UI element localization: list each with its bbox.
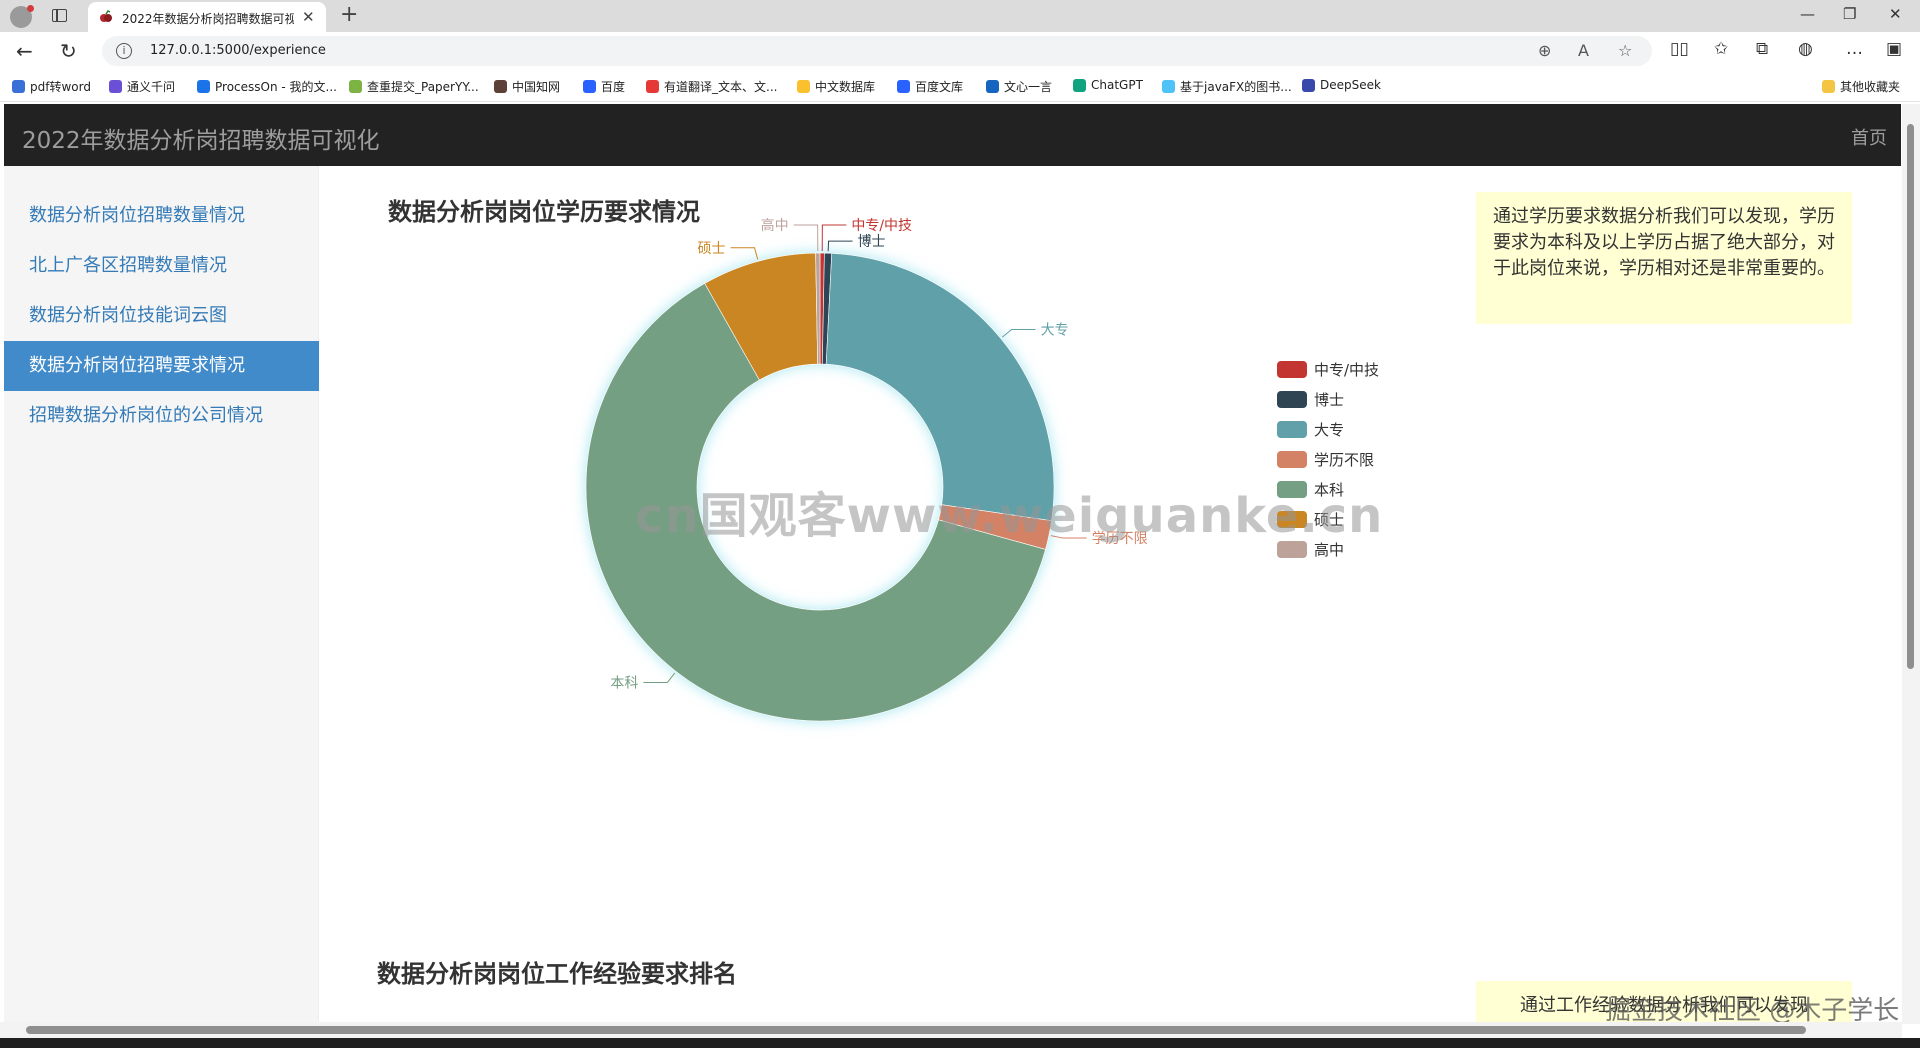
label-leader-line [730, 247, 759, 260]
slice-label: 博士 [858, 233, 886, 250]
favorites-icon[interactable]: ✩ [1714, 39, 1728, 59]
education-donut-chart: 中专/中技博士大专学历不限本科硕士高中 中专/中技博士大专学历不限本科硕士高中 [585, 217, 1379, 722]
site-watermark: cn国观客www.weiguanke.cn [635, 488, 1384, 544]
home-link[interactable]: 首页 [1851, 124, 1887, 150]
read-aloud-icon[interactable]: A [1578, 41, 1589, 60]
browser-toolbar: ← ↻ i 127.0.0.1:5000/experience ⊕ A ☆ ▯▯… [0, 32, 1920, 70]
app-title[interactable]: 2022年数据分析岗招聘数据可视化 [22, 121, 380, 155]
bookmark-item[interactable]: DeepSeek [1302, 78, 1381, 92]
back-icon[interactable]: ← [16, 39, 33, 63]
more-menu-icon[interactable]: … [1846, 39, 1863, 59]
vertical-scroll-thumb[interactable] [1907, 124, 1914, 669]
bookmark-item[interactable]: 查重提交_PaperYY... [349, 78, 479, 95]
legend-swatch[interactable] [1277, 421, 1307, 438]
browser-tab[interactable]: 2022年数据分析岗招聘数据可视化 ✕ [88, 2, 326, 32]
zoom-icon[interactable]: ⊕ [1538, 41, 1551, 60]
slice-label: 中专/中技 [851, 218, 912, 234]
bookmark-item[interactable]: 有道翻译_文本、文... [646, 78, 777, 95]
legend-label[interactable]: 中专/中技 [1314, 361, 1379, 379]
bookmark-icon [1302, 78, 1315, 92]
tab-favicon-icon [100, 10, 112, 22]
folder-icon [1822, 80, 1835, 93]
legend-swatch[interactable] [1277, 361, 1307, 378]
bookmark-item[interactable]: 通义千问 [109, 78, 175, 95]
bookmark-icon [583, 80, 596, 93]
favorite-star-icon[interactable]: ☆ [1618, 41, 1632, 60]
tab-actions-icon[interactable] [52, 9, 67, 22]
minimize-icon[interactable]: — [1800, 5, 1815, 23]
sidebar: 数据分析岗位招聘数量情况 北上广各区招聘数量情况 数据分析岗位技能词云图 数据分… [4, 166, 319, 1022]
app-navbar: 2022年数据分析岗招聘数据可视化 首页 [4, 104, 1901, 166]
bookmark-icon [1162, 80, 1175, 93]
legend-swatch[interactable] [1277, 451, 1307, 468]
slice-label: 本科 [610, 675, 638, 691]
os-taskbar [0, 1038, 1920, 1048]
sidebar-toggle-icon[interactable]: ▣ [1886, 39, 1902, 59]
bookmark-item[interactable]: 中国知网 [494, 78, 560, 95]
main-content: 数据分析岗岗位学历要求情况 通过学历要求数据分析我们可以发现，学历要求为本科及以… [320, 166, 1901, 1022]
sidebar-item-job-count[interactable]: 数据分析岗位招聘数量情况 [4, 191, 319, 241]
legend-swatch[interactable] [1277, 391, 1307, 408]
label-leader-line [643, 672, 676, 683]
window-close-icon[interactable]: ✕ [1889, 5, 1902, 23]
sidebar-item-skill-wordcloud[interactable]: 数据分析岗位技能词云图 [4, 291, 319, 341]
bookmark-item[interactable]: 文心一言 [986, 78, 1052, 95]
sidebar-item-district-count[interactable]: 北上广各区招聘数量情况 [4, 241, 319, 291]
tab-title: 2022年数据分析岗招聘数据可视化 [122, 12, 294, 26]
bookmark-icon [109, 80, 122, 93]
bookmark-icon [897, 80, 910, 93]
sidebar-item-requirements[interactable]: 数据分析岗位招聘要求情况 [4, 341, 319, 391]
legend-label[interactable]: 大专 [1314, 421, 1344, 439]
label-leader-line [1001, 329, 1036, 338]
label-leader-line [827, 240, 853, 252]
bookmark-icon [797, 80, 810, 93]
sidebar-item-companies[interactable]: 招聘数据分析岗位的公司情况 [4, 391, 319, 441]
address-bar[interactable]: i 127.0.0.1:5000/experience ⊕ A ☆ [102, 36, 1652, 66]
bookmark-item[interactable]: 基于javaFX的图书... [1162, 78, 1292, 95]
bookmark-icon [494, 80, 507, 93]
bookmark-item[interactable]: ChatGPT [1073, 78, 1143, 92]
new-tab-icon[interactable]: + [340, 2, 358, 27]
browser-titlebar: 2022年数据分析岗招聘数据可视化 ✕ + — ❐ ✕ [0, 0, 1920, 32]
profile-icon[interactable] [10, 5, 34, 28]
bookmarks-bar: pdf转word 通义千问 ProcessOn - 我的文... 查重提交_Pa… [0, 70, 1920, 102]
split-screen-icon[interactable]: ▯▯ [1670, 39, 1689, 59]
bookmark-item[interactable]: pdf转word [12, 78, 91, 95]
slice-label: 大专 [1041, 323, 1069, 339]
bookmark-item[interactable]: 百度 [583, 78, 625, 95]
bookmark-icon [12, 80, 25, 93]
legend-label[interactable]: 学历不限 [1314, 451, 1374, 469]
restore-icon[interactable]: ❐ [1843, 5, 1856, 23]
bookmark-item[interactable]: 中文数据库 [797, 78, 875, 95]
horizontal-scrollbar[interactable] [0, 1022, 1902, 1038]
horizontal-scroll-thumb[interactable] [26, 1026, 1806, 1034]
other-bookmarks[interactable]: 其他收藏夹 [1822, 78, 1900, 95]
experience-section-title: 数据分析岗岗位工作经验要求排名 [377, 960, 737, 988]
bookmark-icon [1073, 78, 1086, 92]
label-leader-line [793, 224, 819, 252]
slice-label: 硕士 [698, 241, 726, 257]
bookmark-item[interactable]: 百度文库 [897, 78, 963, 95]
refresh-icon[interactable]: ↻ [60, 39, 77, 63]
url-text[interactable]: 127.0.0.1:5000/experience [150, 43, 326, 58]
site-info-icon[interactable]: i [116, 43, 132, 59]
collections-icon[interactable]: ⧉ [1756, 39, 1768, 59]
label-leader-line [821, 224, 847, 252]
bookmark-icon [986, 80, 999, 93]
bookmark-icon [646, 80, 659, 93]
tab-close-icon[interactable]: ✕ [302, 8, 315, 26]
extension-icon[interactable]: ◍ [1798, 39, 1813, 59]
bookmark-item[interactable]: ProcessOn - 我的文... [197, 78, 337, 95]
bookmark-icon [197, 80, 210, 93]
vertical-scrollbar[interactable] [1902, 104, 1920, 1024]
bookmark-icon [349, 80, 362, 93]
slice-label: 高中 [761, 217, 789, 234]
legend-label[interactable]: 博士 [1314, 391, 1344, 409]
